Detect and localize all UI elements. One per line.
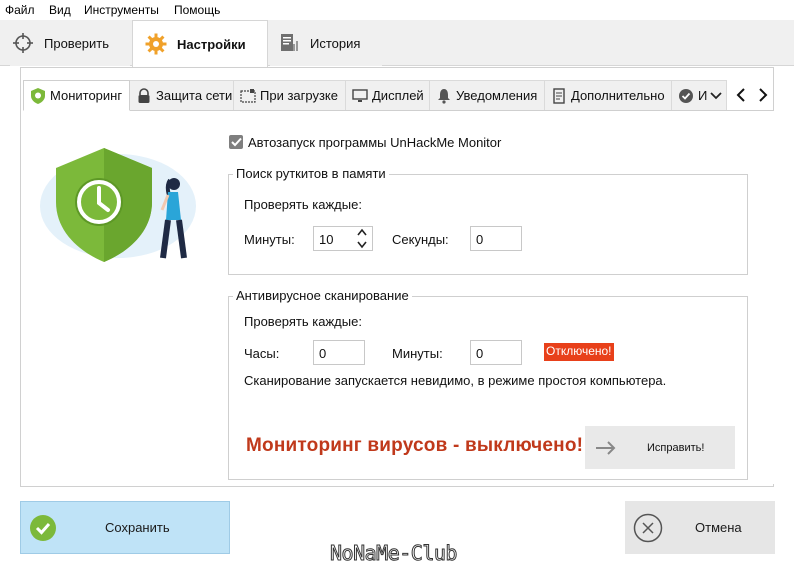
boot-window-icon <box>240 88 256 104</box>
cancel-button[interactable]: Отмена <box>625 501 775 554</box>
subtab-display-label: Дисплей <box>372 88 424 103</box>
chevron-down-icon <box>710 91 722 101</box>
subtab-display[interactable]: Дисплей <box>346 80 430 111</box>
subtab-notifications-label: Уведомления <box>456 88 538 103</box>
menu-help[interactable]: Помощь <box>174 3 220 17</box>
menu-tools[interactable]: Инструменты <box>84 3 159 17</box>
antivirus-hours-value: 0 <box>319 346 327 361</box>
subtab-truncated-label: И <box>698 88 708 103</box>
tab-settings-label: Настройки <box>177 36 246 52</box>
rootkit-minutes-value: 10 <box>319 232 334 247</box>
arrow-right-icon <box>595 440 617 456</box>
menu-view[interactable]: Вид <box>49 3 71 17</box>
tab-check[interactable]: Проверить <box>10 20 130 66</box>
menu-bar: Файл Вид Инструменты Помощь <box>0 0 794 20</box>
rootkit-seconds-label: Секунды: <box>392 232 449 247</box>
crosshair-icon <box>10 30 36 56</box>
save-button-label: Сохранить <box>105 520 170 535</box>
check-circle-save-icon <box>29 514 57 542</box>
spinner-updown-icon <box>357 228 367 249</box>
cancel-button-label: Отмена <box>695 520 742 535</box>
subtabs-scroll-right-button[interactable] <box>756 84 770 106</box>
subtab-advanced[interactable]: Дополнительно <box>545 80 672 111</box>
subtab-net-protection-label: Защита сети <box>156 88 233 103</box>
tab-history-label: История <box>310 35 361 51</box>
menu-file[interactable]: Файл <box>5 3 35 17</box>
rootkit-check-every-label: Проверять каждые: <box>244 197 362 212</box>
antivirus-minutes-label: Минуты: <box>392 346 443 361</box>
rootkit-seconds-value: 0 <box>476 232 484 247</box>
checkmark-icon <box>230 137 242 147</box>
shield-clock-illustration-icon <box>40 148 196 262</box>
gear-icon <box>143 31 169 57</box>
subtab-net-protection[interactable]: Защита сети <box>130 80 234 111</box>
save-button[interactable]: Сохранить <box>20 501 230 554</box>
antivirus-hours-label: Часы: <box>244 346 280 361</box>
monitoring-illustration <box>38 140 208 265</box>
history-document-icon <box>276 30 302 56</box>
antivirus-group-title: Антивирусное сканирование <box>233 288 412 303</box>
monitor-icon <box>352 88 368 104</box>
settings-subtabs: Мониторинг Защита сети При загрузке Дисп… <box>23 80 774 111</box>
subtabs-scroll-left-button[interactable] <box>734 84 748 106</box>
antivirus-minutes-value: 0 <box>476 346 484 361</box>
subtab-monitoring[interactable]: Мониторинг <box>23 80 130 111</box>
subtab-advanced-label: Дополнительно <box>571 88 665 103</box>
shield-clock-icon <box>30 87 46 104</box>
antivirus-check-every-label: Проверять каждые: <box>244 314 362 329</box>
watermark-text: NoNaMe-Club <box>330 541 458 566</box>
subtab-monitoring-label: Мониторинг <box>50 88 123 103</box>
tab-history[interactable]: История <box>270 20 382 66</box>
check-circle-icon <box>678 88 694 104</box>
autostart-label[interactable]: Автозапуск программы UnHackMe Monitor <box>248 135 501 150</box>
antivirus-disabled-badge: Отключено! <box>544 343 614 361</box>
rootkit-minutes-label: Минуты: <box>244 232 295 247</box>
subtab-on-boot[interactable]: При загрузке <box>234 80 346 111</box>
antivirus-minutes-input[interactable]: 0 <box>470 340 522 365</box>
lock-icon <box>136 87 152 104</box>
antivirus-note: Сканирование запускается невидимо, в реж… <box>244 373 667 388</box>
minutes-spinner-arrows[interactable] <box>356 227 368 250</box>
autostart-checkbox[interactable] <box>229 135 243 149</box>
tab-settings[interactable]: Настройки <box>132 20 268 67</box>
document-icon <box>551 87 567 104</box>
rootkit-seconds-input[interactable]: 0 <box>470 226 522 251</box>
antivirus-hours-input[interactable]: 0 <box>313 340 365 365</box>
subtab-on-boot-label: При загрузке <box>260 88 338 103</box>
fix-button-label: Исправить! <box>647 441 705 454</box>
rootkit-scan-group <box>228 174 748 275</box>
subtab-truncated[interactable]: И <box>672 80 727 111</box>
tab-check-label: Проверить <box>44 35 110 51</box>
rootkit-group-title: Поиск руткитов в памяти <box>233 166 389 181</box>
bell-icon <box>436 88 452 104</box>
close-circle-icon <box>633 513 663 543</box>
virus-monitoring-status: Мониторинг вирусов - выключено! <box>246 435 584 456</box>
fix-button[interactable]: Исправить! <box>585 426 735 469</box>
subtab-notifications[interactable]: Уведомления <box>430 80 545 111</box>
